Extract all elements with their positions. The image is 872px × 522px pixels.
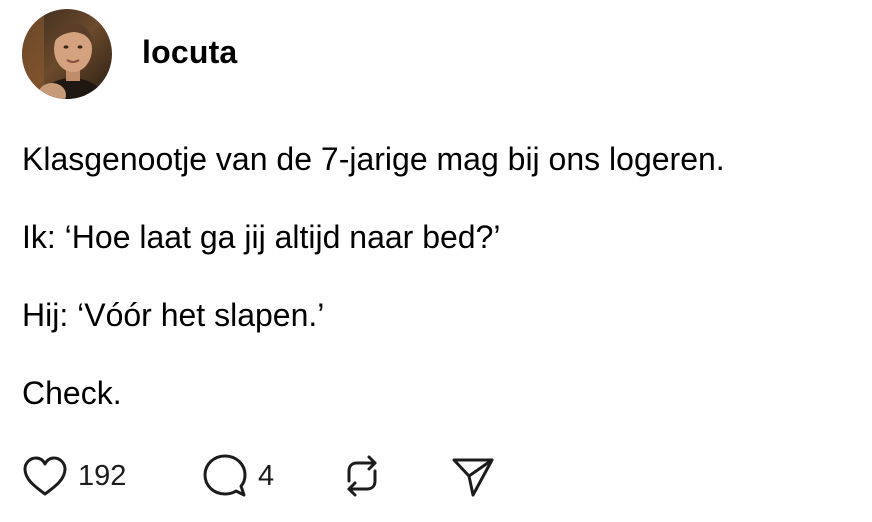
- reply-button[interactable]: 4: [202, 453, 339, 499]
- paper-plane-icon: [451, 454, 495, 498]
- post-header: locuta: [22, 9, 237, 99]
- speech-bubble-icon: [202, 453, 248, 499]
- repost-arrows-icon: [339, 453, 385, 499]
- post-text-line: Ik: ‘Hoe laat ga jij altijd naar bed?’: [22, 219, 501, 255]
- post-text-line: Hij: ‘Vóór het slapen.’: [22, 297, 325, 333]
- reply-count: 4: [258, 459, 275, 492]
- repost-button[interactable]: [339, 453, 451, 499]
- like-count: 192: [78, 459, 127, 492]
- like-button[interactable]: 192: [22, 455, 202, 497]
- post-actions: 192 4: [22, 452, 495, 500]
- post-text-line: Check.: [22, 375, 122, 411]
- post-card: locuta Klasgenootje van de 7-jarige mag …: [0, 0, 872, 522]
- avatar-photo: [22, 9, 112, 99]
- share-button[interactable]: [451, 454, 495, 498]
- username[interactable]: locuta: [142, 34, 237, 71]
- post-body: Klasgenootje van de 7-jarige mag bij ons…: [22, 139, 862, 451]
- heart-icon: [22, 455, 68, 497]
- avatar[interactable]: [22, 9, 112, 99]
- post-text-line: Klasgenootje van de 7-jarige mag bij ons…: [22, 141, 725, 177]
